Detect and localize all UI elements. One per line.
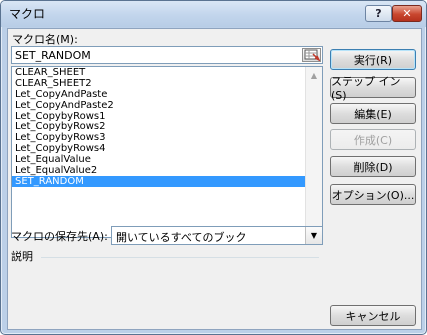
edit-button[interactable]: 編集(E) bbox=[330, 103, 416, 124]
step-in-button[interactable]: ステップ イン(S) bbox=[330, 75, 416, 102]
description-divider bbox=[41, 257, 319, 258]
macro-list-item[interactable]: Let_CopybyRows4 bbox=[12, 143, 307, 154]
cancel-button[interactable]: キャンセル bbox=[330, 305, 416, 326]
range-select-icon bbox=[304, 49, 320, 61]
macro-name-input[interactable]: SET_RANDOM bbox=[11, 46, 323, 64]
macro-list-item[interactable]: Let_CopyAndPaste bbox=[12, 89, 307, 100]
dropdown-arrow-icon[interactable]: ▼ bbox=[305, 227, 322, 244]
macro-name-label: マクロ名(M): bbox=[12, 33, 78, 46]
macro-list-item[interactable]: CLEAR_SHEET2 bbox=[12, 78, 307, 89]
title-bar[interactable]: マクロ ? ✕ bbox=[1, 1, 426, 27]
macro-list-item[interactable]: SET_RANDOM bbox=[12, 175, 307, 187]
close-button[interactable]: ✕ bbox=[392, 5, 422, 22]
macro-dialog: マクロ ? ✕ マクロ名(M): SET_RANDOM CLEAR_SHEET C… bbox=[0, 0, 427, 335]
macro-list-item[interactable]: Let_CopybyRows1 bbox=[12, 111, 307, 122]
macro-location-select[interactable]: 開いているすべてのブック ▼ bbox=[111, 226, 323, 245]
macro-list-items: CLEAR_SHEET CLEAR_SHEET2 Let_CopyAndPaste L… bbox=[12, 67, 307, 187]
macro-list-item[interactable]: Let_CopyAndPaste2 bbox=[12, 100, 307, 111]
help-icon: ? bbox=[375, 7, 382, 20]
close-icon: ✕ bbox=[402, 7, 412, 20]
range-reference-button[interactable] bbox=[302, 48, 321, 62]
window-title: マクロ bbox=[9, 7, 46, 21]
macro-list-item[interactable]: Let_CopybyRows2 bbox=[12, 121, 307, 133]
macro-list[interactable]: CLEAR_SHEET CLEAR_SHEET2 Let_CopyAndPaste L… bbox=[11, 66, 323, 238]
macro-list-item[interactable]: Let_EqualValue bbox=[12, 154, 307, 165]
help-button[interactable]: ? bbox=[365, 5, 392, 22]
options-button[interactable]: オプション(O)... bbox=[330, 184, 416, 205]
dialog-body: マクロ名(M): SET_RANDOM CLEAR_SHEET CLEAR_SHE… bbox=[7, 28, 422, 330]
macro-list-item[interactable]: Let_EqualValue2 bbox=[12, 165, 307, 176]
scroll-up-icon[interactable]: ▲ bbox=[306, 67, 322, 83]
macro-location-value: 開いているすべてのブック bbox=[116, 231, 247, 244]
macro-name-value: SET_RANDOM bbox=[15, 49, 91, 62]
location-label: マクロの保存先(A): bbox=[11, 230, 108, 243]
run-button[interactable]: 実行(R) bbox=[330, 49, 416, 70]
delete-button[interactable]: 削除(D) bbox=[330, 156, 416, 177]
macro-list-item[interactable]: Let_CopybyRows3 bbox=[12, 132, 307, 143]
create-button: 作成(C) bbox=[330, 129, 416, 150]
macro-list-item[interactable]: CLEAR_SHEET bbox=[12, 67, 307, 78]
description-label: 説明 bbox=[11, 250, 33, 263]
macro-list-scrollbar[interactable]: ▲ ▼ bbox=[305, 67, 322, 237]
